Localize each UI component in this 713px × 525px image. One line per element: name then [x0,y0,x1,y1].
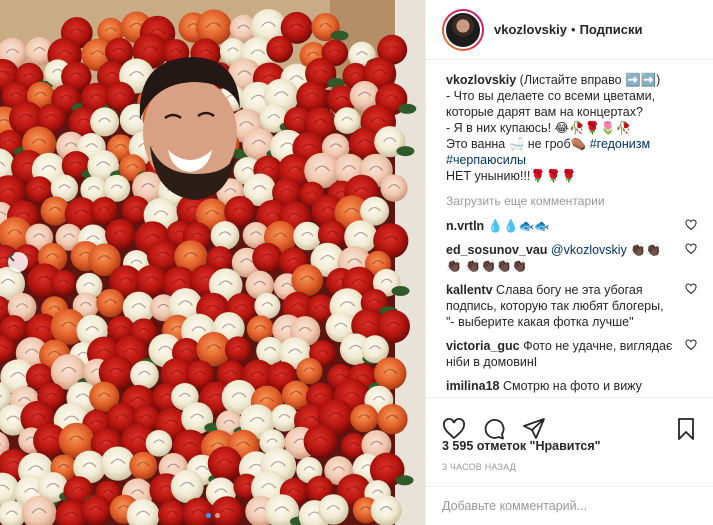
heart-icon[interactable] [442,417,466,441]
follow-status-button[interactable]: Подписки [580,22,643,37]
rose [266,35,294,63]
rose [96,288,125,318]
avatar[interactable] [442,8,484,51]
post-caption: vkozlovskiy (Листайте вправо ➡️➡️) - Что… [446,72,697,184]
comment-mention-link[interactable]: @vkozlovskiy [551,243,627,257]
rose [90,107,120,137]
carousel-dot-active [205,513,211,518]
comment-text: Смотрю на фото и вижу [502,379,642,393]
likes-count[interactable]: 3 595 отметок "Нравится" [442,439,601,453]
post-timestamp[interactable]: 3 ЧАСОВ НАЗАД [442,462,516,472]
comment-item: kallentv Слава богу не эта убогая подпис… [446,282,697,330]
comment-text: 💧💧🐟🐟 [487,219,550,233]
carousel-prev-button[interactable] [8,252,28,272]
post-panel: vkozlovskiy • Подписки vkozlovskiy (Листай… [425,0,713,525]
rose [207,446,243,481]
share-icon[interactable] [522,417,546,441]
comment-icon[interactable] [482,417,506,441]
comment-input[interactable] [442,499,698,513]
rose [303,424,338,459]
rose [80,495,112,525]
caption-username[interactable]: vkozlovskiy [446,73,516,87]
load-more-comments-button[interactable]: Загрузить еще комментарии [446,194,697,208]
heart-icon[interactable] [685,243,697,255]
rose [130,360,159,390]
comment-item: ed_sosunov_vau @vkozlovskiy 👏🏿👏🏿👏🏿 👏🏿👏🏿👏… [446,242,697,274]
carousel-dots [0,513,425,518]
rose [270,404,299,432]
caption-line: Это ванна 🛁 не гроб⚰️ [446,137,587,151]
rose [210,221,240,250]
leaf [396,146,415,157]
header-separator: • [571,22,576,37]
carousel-dot [214,513,220,518]
comment-username[interactable]: n.vrtln [446,219,484,233]
caption-line: НЕТ унынию!!!🌹🌹🌹 [446,169,577,183]
rose [370,495,402,525]
post-header: vkozlovskiy • Подписки [426,0,713,60]
rose [296,358,323,385]
rose [252,242,283,273]
rose [333,107,361,134]
rose [50,270,77,297]
rose [380,174,408,202]
caption-line: (Листайте вправо ➡️➡️) [519,73,661,87]
rose [377,404,408,435]
comment-item: n.vrtln 💧💧🐟🐟 [446,218,697,234]
bookmark-icon[interactable] [674,417,698,441]
author-username[interactable]: vkozlovskiy [494,22,567,37]
rose-bath-image [0,0,425,525]
rose [291,264,324,297]
hashtag-link[interactable]: #гедонизм [590,137,650,151]
rose [145,430,173,457]
caption-line: которые дарят вам на концертах? [446,105,643,119]
comment-username[interactable]: imilina18 [446,379,500,393]
rose [318,494,349,525]
comment-username[interactable]: ed_sosunov_vau [446,243,547,257]
comment-item: victoria_guc Фото не удачне, виглядає ні… [446,338,697,370]
comment-username[interactable]: victoria_guc [446,339,520,353]
heart-icon[interactable] [685,219,697,231]
comment-item: imilina18 Смотрю на фото и вижу [446,378,697,394]
chevron-left-icon [8,252,15,262]
comments-section[interactable]: vkozlovskiy (Листайте вправо ➡️➡️) - Что… [426,60,713,397]
leaf [330,30,349,41]
rose [224,336,252,363]
heart-icon[interactable] [685,339,697,351]
post-photo[interactable] [0,0,425,525]
rose [129,451,158,480]
rose [350,404,379,433]
hashtag-link[interactable]: #черпаюсилы [446,152,697,168]
rose [373,357,407,390]
leaf [398,103,417,114]
leaf [395,475,414,486]
add-comment-bar [426,486,713,525]
heart-icon[interactable] [685,283,697,295]
caption-line: - Я в них купаюсь! 😂🥀🌹🌷🥀 [446,121,632,135]
rose [254,292,281,319]
caption-line: - Что вы делаете со всеми цветами, [446,89,656,103]
comment-username[interactable]: kallentv [446,283,493,297]
leaf [391,286,410,296]
